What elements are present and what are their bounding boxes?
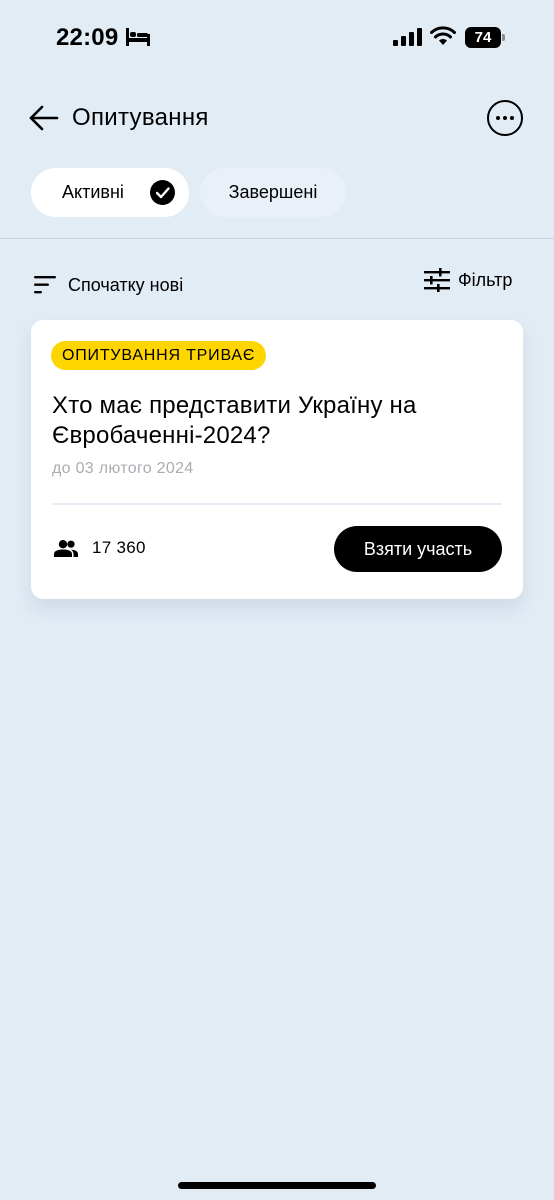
filter-label: Фільтр — [458, 269, 513, 290]
more-dot — [503, 116, 507, 120]
tab-active[interactable]: Активні — [31, 168, 189, 217]
poll-title: Хто має представити Україну на Євробачен… — [52, 392, 417, 449]
card-divider — [52, 503, 502, 505]
signal-icon — [393, 28, 422, 46]
sliders-icon — [424, 268, 450, 292]
poll-deadline: до 03 лютого 2024 — [52, 460, 194, 477]
join-button[interactable]: Взяти участь — [334, 526, 502, 572]
battery-cap — [502, 34, 505, 41]
poll-card[interactable]: ОПИТУВАННЯ ТРИВАЄ Хто має представити Ук… — [31, 320, 523, 599]
battery-level: 74 — [465, 27, 501, 48]
participants: 17 360 — [54, 538, 146, 558]
more-dot — [496, 116, 500, 120]
status-bar: 22:09 74 — [0, 0, 554, 76]
check-circle-icon — [150, 180, 175, 205]
participants-count: 17 360 — [92, 538, 146, 557]
tab-finished-label: Завершені — [228, 182, 318, 202]
sort-icon — [34, 276, 56, 294]
tab-finished[interactable]: Завершені — [200, 168, 346, 217]
polls-screen: 22:09 74 Опитування Активні Завершені Сп… — [0, 0, 554, 1200]
wifi-icon — [430, 26, 456, 45]
people-icon — [54, 539, 78, 557]
battery-icon: 74 — [465, 27, 505, 48]
sort-button[interactable]: Спочатку нові — [34, 272, 183, 298]
sort-label: Спочатку нові — [68, 274, 184, 295]
home-indicator[interactable] — [178, 1182, 376, 1189]
header-divider — [0, 238, 554, 239]
bed-icon — [126, 28, 150, 46]
status-time: 22:09 — [56, 24, 119, 51]
filter-button[interactable]: Фільтр — [424, 267, 512, 293]
arrow-left-icon[interactable] — [28, 104, 60, 132]
page-title: Опитування — [72, 104, 209, 131]
more-horizontal-icon[interactable] — [487, 100, 523, 136]
status-badge: ОПИТУВАННЯ ТРИВАЄ — [51, 341, 267, 370]
tab-active-label: Активні — [62, 182, 124, 202]
more-dot — [510, 116, 514, 120]
